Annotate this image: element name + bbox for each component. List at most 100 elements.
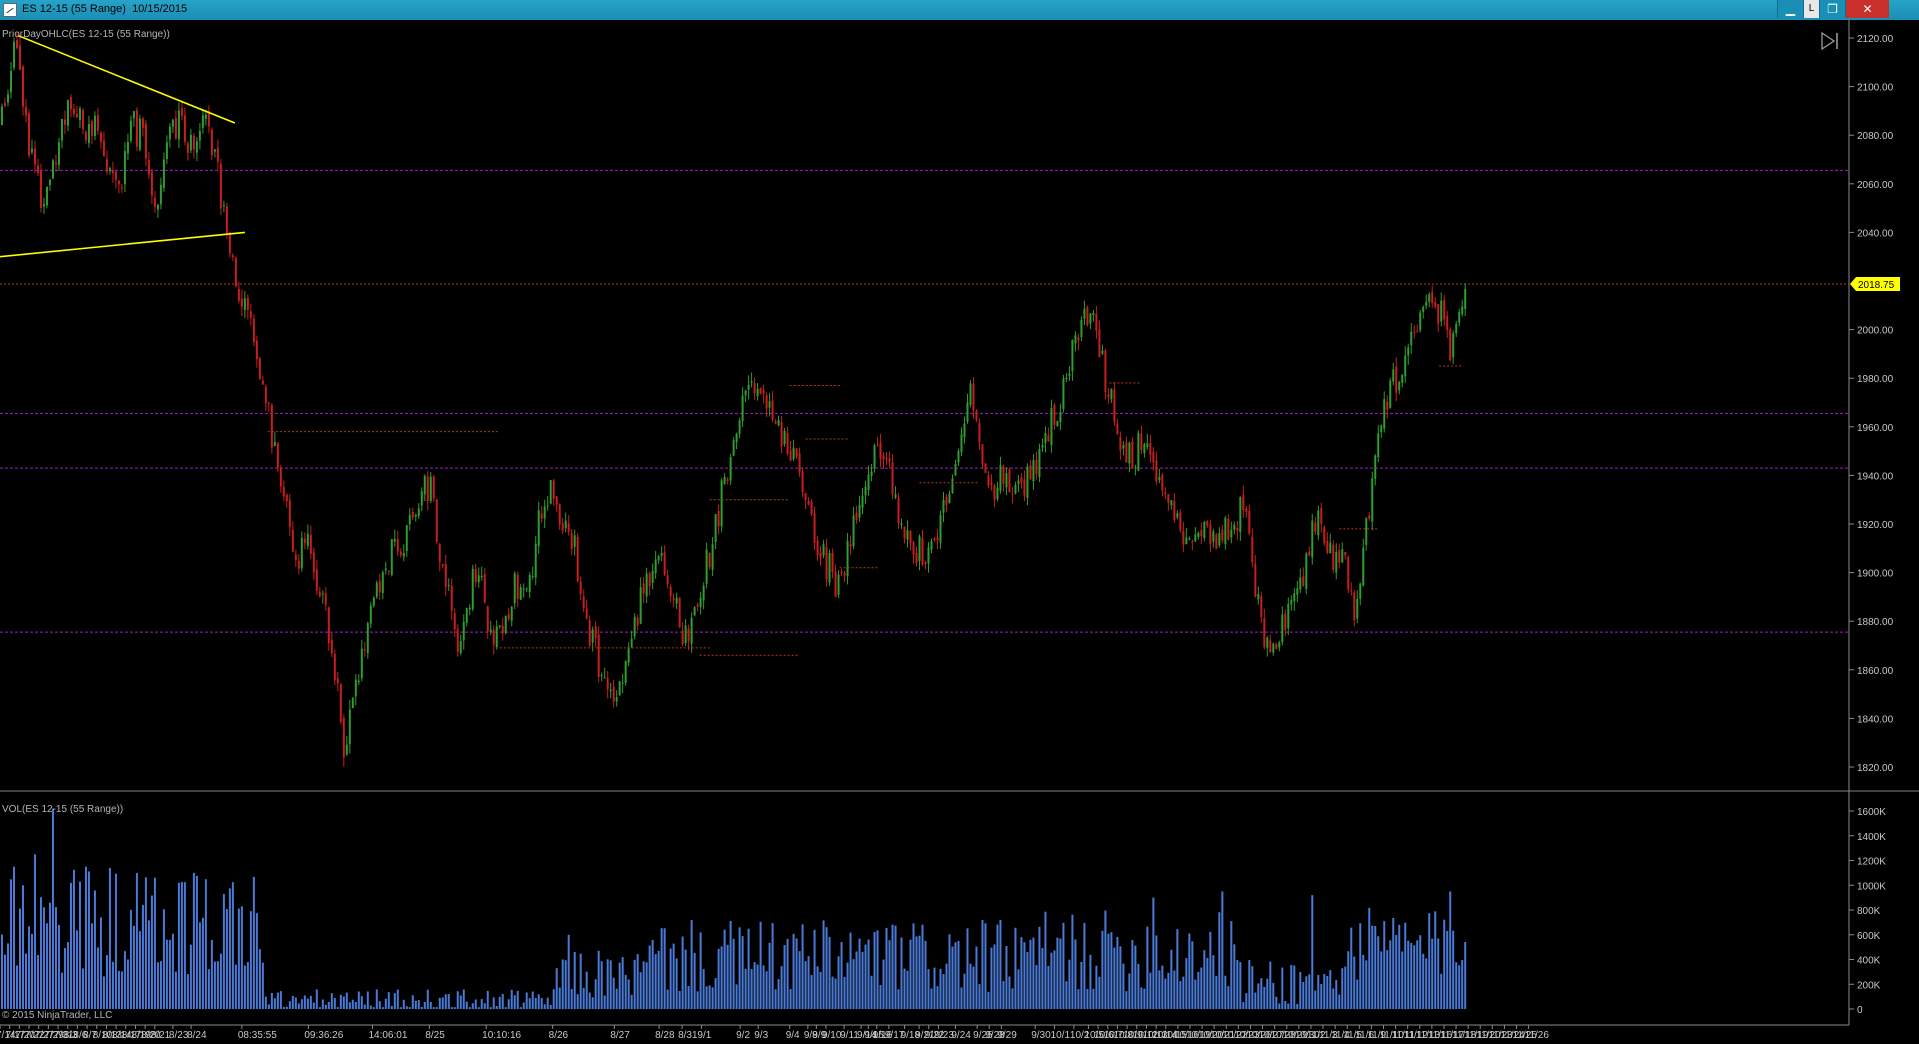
- volume-bar: [1041, 948, 1044, 1009]
- volume-bar: [1329, 970, 1332, 1009]
- candle-body: [1461, 306, 1464, 315]
- volume-bar: [774, 989, 777, 1009]
- volume-bar: [858, 938, 861, 1009]
- candle-body: [1353, 592, 1356, 621]
- volume-bar: [1158, 970, 1161, 1009]
- volume-bar: [156, 962, 159, 1009]
- volume-bar: [231, 882, 234, 1009]
- candle-body: [81, 109, 84, 130]
- candle-body: [933, 538, 936, 541]
- candle-body: [78, 108, 81, 121]
- candle-body: [705, 549, 708, 584]
- volume-bar: [684, 949, 687, 1009]
- volume-bar: [201, 917, 204, 1009]
- volume-bar: [1053, 950, 1056, 1009]
- candle-body: [429, 476, 432, 502]
- volume-bar: [21, 885, 24, 1009]
- candle-body: [810, 501, 813, 515]
- candle-body: [288, 500, 291, 528]
- volume-bar: [633, 959, 636, 1009]
- candle-body: [585, 608, 588, 619]
- volume-bar: [930, 988, 933, 1009]
- candle-body: [297, 560, 300, 569]
- candle-body: [870, 471, 873, 476]
- candle-body: [1299, 577, 1302, 590]
- time-tick-label: 9/1: [697, 1030, 711, 1041]
- volume-bar: [1080, 961, 1083, 1009]
- close-button[interactable]: ✕: [1845, 0, 1889, 18]
- volume-bar: [249, 911, 252, 1009]
- candle-body: [1197, 532, 1200, 538]
- volume-bar: [1092, 988, 1095, 1009]
- volume-bar: [1203, 950, 1206, 1009]
- candle-body: [804, 493, 807, 500]
- candle-body: [1290, 600, 1293, 605]
- candle-body: [723, 476, 726, 484]
- volume-bar: [456, 991, 459, 1009]
- candle-body: [1281, 614, 1284, 643]
- lock-button[interactable]: L: [1803, 0, 1819, 18]
- candle-body: [282, 487, 285, 497]
- candle-body: [1041, 445, 1044, 448]
- candle-body: [1305, 553, 1308, 589]
- volume-bar: [555, 968, 558, 1009]
- candle-body: [1239, 497, 1242, 532]
- candle-body: [1185, 537, 1188, 545]
- chart-canvas[interactable]: PriorDayOHLC(ES 12-15 (55 Range)) VOL(ES…: [0, 20, 1919, 1044]
- candle-body: [867, 474, 870, 490]
- volume-bar: [1290, 964, 1293, 1009]
- candle-body: [540, 513, 543, 519]
- volume-bar: [300, 999, 303, 1009]
- price-tick-label: 1900.00: [1857, 569, 1894, 580]
- volume-bar: [471, 1003, 474, 1009]
- candle-body: [300, 537, 303, 569]
- candle-body: [807, 500, 810, 505]
- volume-bar: [813, 929, 816, 1009]
- volume-bar: [708, 985, 711, 1009]
- volume-bar: [405, 1006, 408, 1009]
- minimize-button[interactable]: ▁: [1777, 0, 1803, 18]
- volume-bar: [474, 999, 477, 1009]
- time-tick-label: 8/23: [169, 1030, 189, 1041]
- candle-body: [549, 480, 552, 504]
- volume-bar: [549, 1004, 552, 1009]
- candle-body: [843, 572, 846, 576]
- candle-body: [1296, 588, 1299, 595]
- candle-body: [1320, 507, 1323, 524]
- candle-body: [1344, 551, 1347, 556]
- volume-bar: [348, 1002, 351, 1009]
- volume-bar: [1116, 936, 1119, 1009]
- candle-body: [1077, 337, 1080, 341]
- candle-body: [1446, 315, 1449, 331]
- candle-body: [1002, 466, 1005, 484]
- volume-bar: [741, 936, 744, 1009]
- volume-bar: [372, 1007, 375, 1009]
- candle-body: [543, 506, 546, 519]
- volume-tick-label: 1000K: [1857, 881, 1886, 892]
- volume-bar: [1287, 1003, 1290, 1009]
- volume-bar: [909, 939, 912, 1009]
- volume-tick-label: 400K: [1857, 956, 1881, 967]
- candle-body: [249, 311, 252, 318]
- candle-body: [1023, 479, 1026, 496]
- candle-body: [159, 184, 162, 205]
- volume-bar: [1119, 946, 1122, 1009]
- volume-bar: [702, 969, 705, 1009]
- volume-bar: [3, 954, 6, 1009]
- volume-bar: [255, 913, 258, 1009]
- candle-body: [468, 607, 471, 610]
- candle-body: [237, 288, 240, 301]
- candle-body: [1314, 522, 1317, 532]
- volume-bar: [24, 953, 27, 1009]
- volume-bar: [18, 908, 21, 1009]
- candle-body: [768, 401, 771, 408]
- volume-bar: [492, 997, 495, 1009]
- candle-body: [798, 453, 801, 473]
- volume-bar: [762, 965, 765, 1009]
- candle-body: [27, 113, 30, 156]
- volume-bar: [1446, 930, 1449, 1009]
- volume-bar: [1377, 936, 1380, 1009]
- volume-bar: [846, 962, 849, 1009]
- restore-button[interactable]: ❐: [1819, 0, 1845, 18]
- candle-body: [339, 684, 342, 722]
